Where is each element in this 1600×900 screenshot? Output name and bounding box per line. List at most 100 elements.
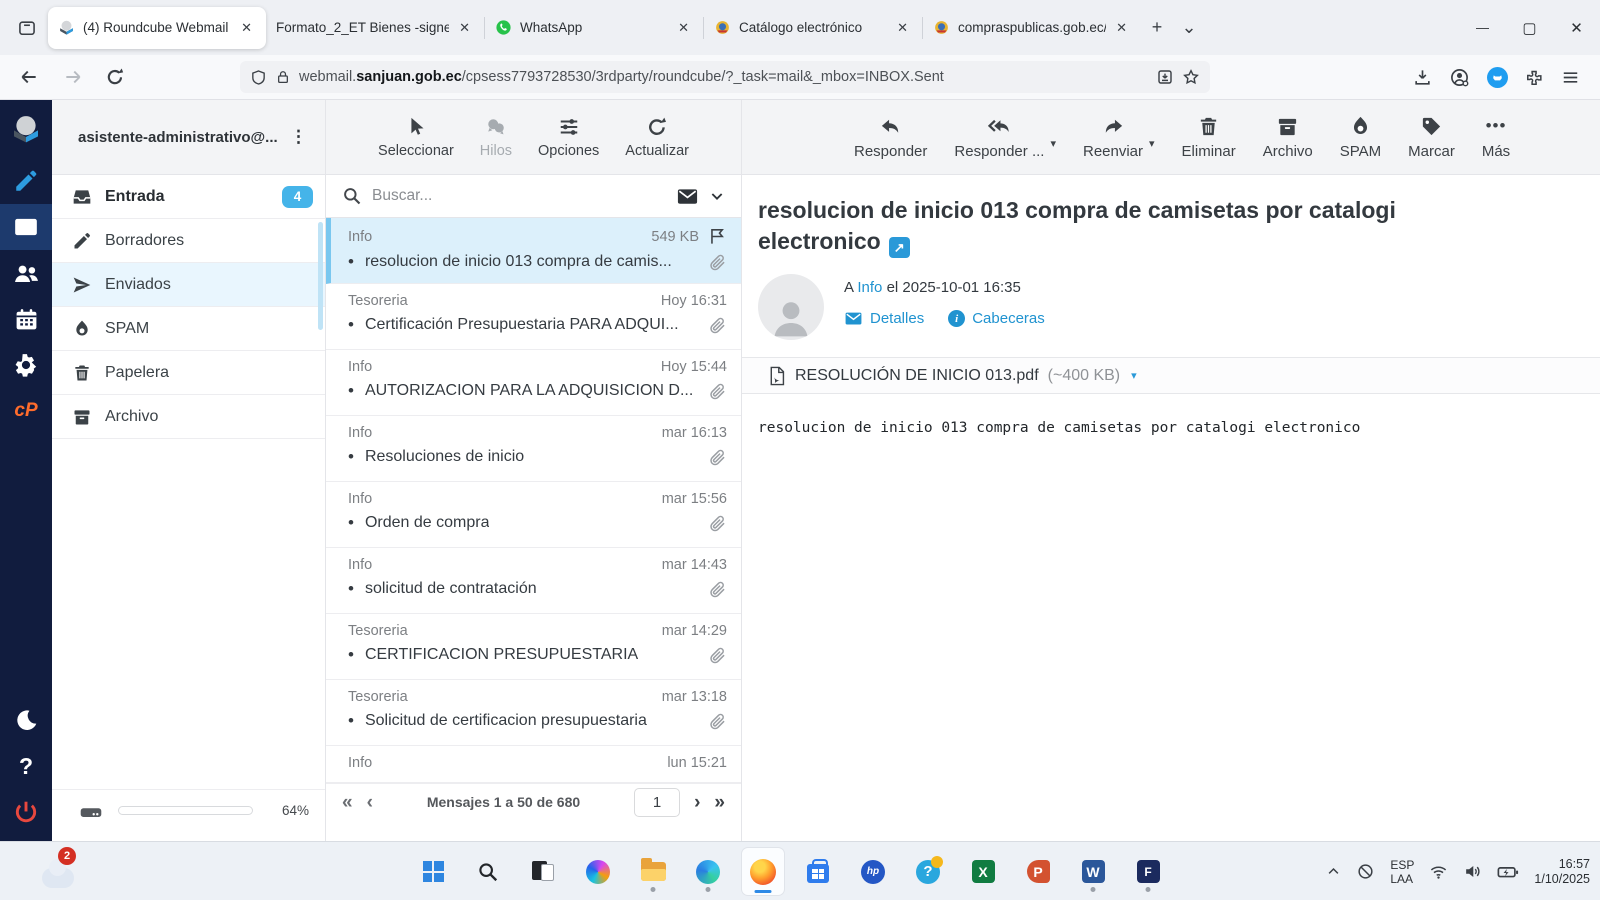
tab-close-icon[interactable]: ✕ xyxy=(237,18,256,38)
excel-button[interactable]: X xyxy=(962,848,1004,895)
fes-app-button[interactable]: F xyxy=(1127,848,1169,895)
minimize-button[interactable]: — xyxy=(1459,0,1506,55)
dark-mode-button[interactable] xyxy=(0,697,52,743)
message-row[interactable]: Info549 KB •resolucion de inicio 013 com… xyxy=(326,218,741,284)
logout-button[interactable] xyxy=(0,789,52,835)
prev-page-button[interactable]: ‹ xyxy=(367,793,373,812)
cpanel-logo[interactable]: cP xyxy=(0,388,52,434)
volume-icon[interactable] xyxy=(1463,862,1482,881)
message-row[interactable]: TesoreriaHoy 16:31 •Certificación Presup… xyxy=(326,284,741,350)
copilot-button[interactable] xyxy=(577,848,619,895)
task-view-button[interactable] xyxy=(522,848,564,895)
message-row[interactable]: Infomar 16:13 •Resoluciones de inicio xyxy=(326,416,741,482)
back-button[interactable] xyxy=(12,62,46,92)
calendar-nav-button[interactable] xyxy=(0,296,52,342)
settings-nav-button[interactable] xyxy=(0,342,52,388)
search-options-chevron-icon[interactable] xyxy=(709,188,725,204)
language-indicator[interactable]: ESP LAA xyxy=(1390,858,1414,886)
forward-button[interactable] xyxy=(56,62,90,92)
hp-button[interactable]: hp xyxy=(852,848,894,895)
reload-button[interactable] xyxy=(98,62,132,92)
powerpoint-button[interactable]: P xyxy=(1017,848,1059,895)
start-button[interactable] xyxy=(412,848,454,895)
last-page-button[interactable]: » xyxy=(714,793,725,812)
tab-whatsapp[interactable]: WhatsApp ✕ xyxy=(485,7,703,49)
taskbar-weather-widget[interactable]: 2 xyxy=(42,854,82,890)
compose-button[interactable] xyxy=(0,158,52,204)
folder-archivo[interactable]: Archivo xyxy=(52,395,325,439)
message-row[interactable]: Tesoreriamar 14:29 •CERTIFICACION PRESUP… xyxy=(326,614,741,680)
search-scope-envelope-icon[interactable] xyxy=(676,185,699,208)
archive-button[interactable]: Archivo xyxy=(1263,115,1313,160)
folders-scrollbar[interactable] xyxy=(318,222,323,330)
folder-borradores[interactable]: Borradores xyxy=(52,219,325,263)
tray-expand-chevron-icon[interactable] xyxy=(1326,864,1341,879)
spam-button[interactable]: SPAM xyxy=(1340,115,1381,160)
message-row[interactable]: Infomar 14:43 •solicitud de contratación xyxy=(326,548,741,614)
more-button[interactable]: ••• Más xyxy=(1482,115,1510,160)
firefox-view-button[interactable] xyxy=(10,11,44,45)
attachment-row[interactable]: RESOLUCIÓN DE INICIO 013.pdf (~400 KB) ▾ xyxy=(742,357,1600,394)
mark-button[interactable]: Marcar xyxy=(1408,115,1455,160)
lock-icon[interactable] xyxy=(275,69,291,85)
microsoft-store-button[interactable] xyxy=(797,848,839,895)
message-row[interactable]: Infomar 15:56 •Orden de compra xyxy=(326,482,741,548)
list-all-tabs-button[interactable]: ⌄ xyxy=(1173,12,1205,44)
bookmark-star-icon[interactable] xyxy=(1182,68,1200,86)
search-input[interactable]: Buscar... xyxy=(372,187,666,205)
firefox-account-icon[interactable] xyxy=(1487,67,1508,88)
downloads-icon[interactable] xyxy=(1413,68,1432,87)
taskbar-search-button[interactable] xyxy=(467,848,509,895)
reply-button[interactable]: Responder xyxy=(854,115,927,160)
attachment-menu-caret-icon[interactable]: ▾ xyxy=(1131,369,1137,382)
refresh-button[interactable]: Actualizar xyxy=(625,116,689,159)
clock[interactable]: 16:57 1/10/2025 xyxy=(1534,857,1590,887)
forward-button[interactable]: Reenviar xyxy=(1083,115,1143,160)
delete-button[interactable]: Eliminar xyxy=(1182,115,1236,160)
file-explorer-button[interactable] xyxy=(632,848,674,895)
message-row[interactable]: InfoHoy 15:44 •AUTORIZACION PARA LA ADQU… xyxy=(326,350,741,416)
select-button[interactable]: Seleccionar xyxy=(378,116,454,159)
reply-all-caret-icon[interactable]: ▾ xyxy=(1050,137,1056,150)
tab-close-icon[interactable]: ✕ xyxy=(455,18,474,38)
edge-button[interactable] xyxy=(687,848,729,895)
firefox-button[interactable] xyxy=(742,848,784,895)
recipient-link[interactable]: Info xyxy=(857,279,882,296)
details-toggle[interactable]: Detalles xyxy=(844,309,924,328)
tab-catalogo[interactable]: Catálogo electrónico ✕ xyxy=(704,7,922,49)
message-row[interactable]: Tesoreriamar 13:18 •Solicitud de certifi… xyxy=(326,680,741,746)
tab-close-icon[interactable]: ✕ xyxy=(893,18,912,38)
threads-button[interactable]: Hilos xyxy=(480,116,512,159)
flag-icon[interactable] xyxy=(708,227,727,246)
word-button[interactable]: W xyxy=(1072,848,1114,895)
attachment-name[interactable]: RESOLUCIÓN DE INICIO 013.pdf xyxy=(795,367,1039,385)
battery-icon[interactable] xyxy=(1497,861,1519,883)
folder-papelera[interactable]: Papelera xyxy=(52,351,325,395)
contacts-nav-button[interactable] xyxy=(0,250,52,296)
wifi-icon[interactable] xyxy=(1429,862,1448,881)
shield-icon[interactable] xyxy=(250,69,267,86)
tab-close-icon[interactable]: ✕ xyxy=(1112,18,1131,38)
tab-close-icon[interactable]: ✕ xyxy=(674,18,693,38)
tab-compraspublicas[interactable]: compraspublicas.gob.ec/P ✕ xyxy=(923,7,1141,49)
maximize-button[interactable]: ▢ xyxy=(1506,0,1553,55)
folder-enviados[interactable]: Enviados xyxy=(52,263,325,307)
message-row[interactable]: Infolun 15:21 xyxy=(326,746,741,783)
forward-caret-icon[interactable]: ▾ xyxy=(1149,137,1155,150)
new-tab-button[interactable]: + xyxy=(1141,12,1173,44)
folder-entrada[interactable]: Entrada 4 xyxy=(52,175,325,219)
headers-toggle[interactable]: i Cabeceras xyxy=(948,310,1045,327)
kebab-menu-icon[interactable]: ⋮ xyxy=(284,123,313,151)
extensions-icon[interactable] xyxy=(1525,68,1544,87)
options-button[interactable]: Opciones xyxy=(538,116,599,159)
search-bar[interactable]: Buscar... xyxy=(326,175,741,218)
page-number-input[interactable]: 1 xyxy=(634,788,680,817)
open-in-new-window-icon[interactable]: ↗ xyxy=(889,237,910,258)
first-page-button[interactable]: « xyxy=(342,793,353,812)
tab-formato[interactable]: Formato_2_ET Bienes -signed- ✕ xyxy=(266,7,484,49)
folder-spam[interactable]: SPAM xyxy=(52,307,325,351)
help-button[interactable]: ? xyxy=(0,743,52,789)
save-page-icon[interactable] xyxy=(1156,68,1174,86)
reply-all-button[interactable]: Responder ... xyxy=(954,115,1044,160)
mail-nav-button[interactable] xyxy=(0,204,52,250)
